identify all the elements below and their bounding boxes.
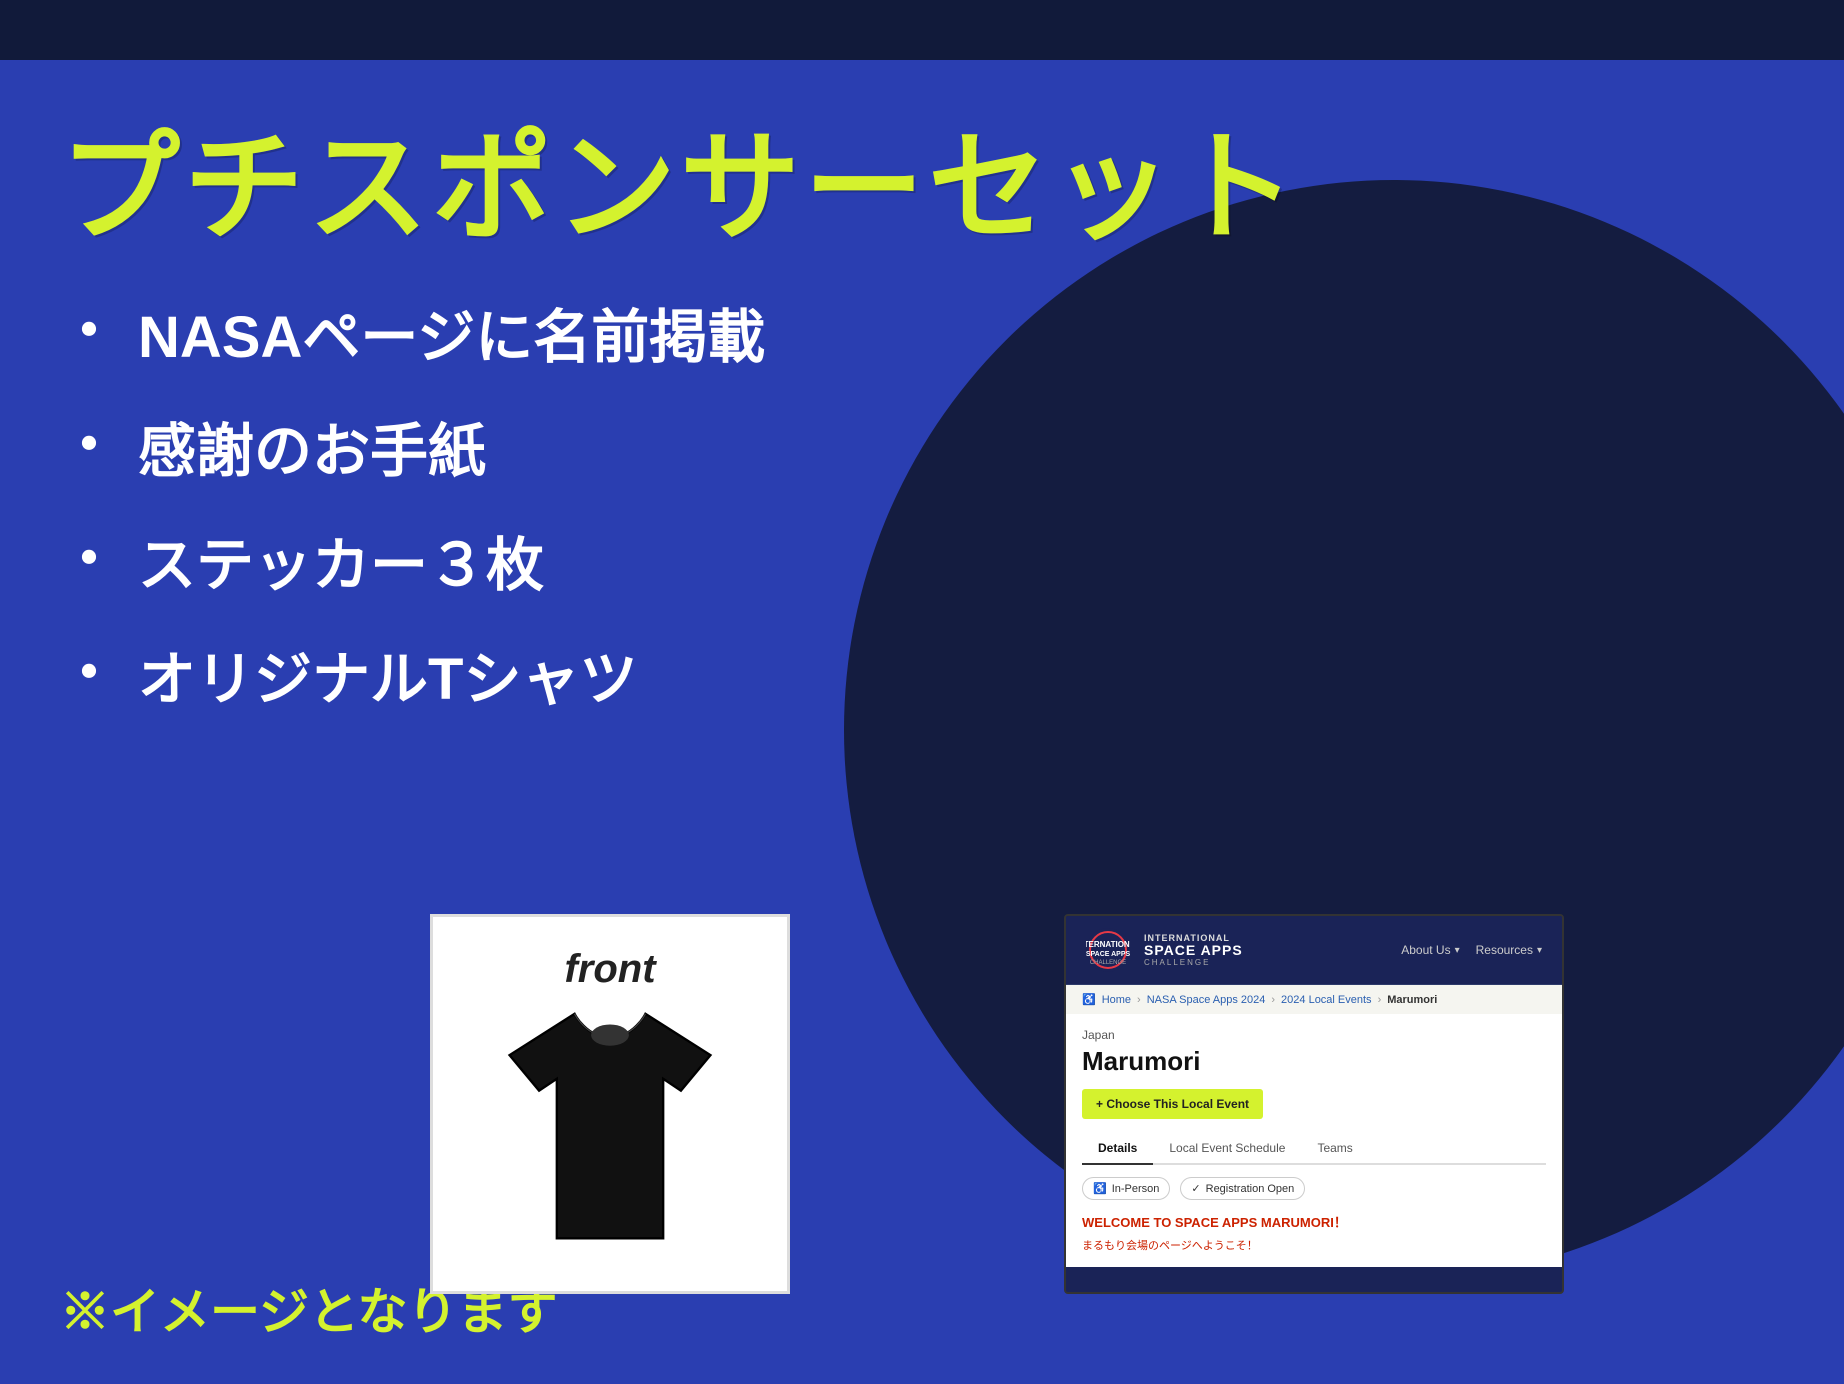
logo-line3: CHALLENGE	[1144, 958, 1243, 967]
web-nav: About Us ▾ Resources ▾	[1401, 943, 1542, 957]
nav-item-about[interactable]: About Us ▾	[1401, 943, 1459, 957]
tab-details-label: Details	[1098, 1141, 1137, 1155]
web-welcome-heading: WELCOME TO SPACE APPS MARUMORI！	[1082, 1212, 1546, 1231]
web-country: Japan	[1082, 1028, 1546, 1042]
web-welcome-subtext: まるもり会場のページへようこそ！	[1082, 1237, 1546, 1253]
svg-text:SPACE APPS: SPACE APPS	[1086, 951, 1130, 958]
tab-local-event-schedule[interactable]: Local Event Schedule	[1153, 1133, 1301, 1165]
chevron-down-icon: ▾	[1537, 945, 1542, 956]
tab-teams[interactable]: Teams	[1301, 1133, 1368, 1165]
chevron-down-icon: ▾	[1455, 945, 1460, 956]
list-item: ・ 感謝のお手紙	[60, 404, 765, 488]
tshirt-icon	[490, 1002, 730, 1262]
web-city: Marumori	[1082, 1046, 1546, 1077]
bullet-text-2: 感謝のお手紙	[138, 404, 486, 488]
tab-teams-label: Teams	[1317, 1141, 1352, 1155]
bullet-dot: ・	[60, 645, 118, 703]
web-header: INTERNATIONAL SPACE APPS CHALLENGE INTER…	[1066, 916, 1562, 985]
check-icon: ✓	[1191, 1182, 1200, 1195]
tab-details[interactable]: Details	[1082, 1133, 1153, 1165]
badge-in-person: ♿ In-Person	[1082, 1177, 1170, 1200]
svg-text:CHALLENGE: CHALLENGE	[1090, 960, 1126, 966]
breadcrumb-nasa[interactable]: NASA Space Apps 2024	[1147, 994, 1266, 1006]
website-screenshot: INTERNATIONAL SPACE APPS CHALLENGE INTER…	[1064, 914, 1564, 1294]
tshirt-image-box: front	[430, 914, 790, 1294]
choose-local-event-button[interactable]: + Choose This Local Event	[1082, 1089, 1263, 1119]
web-logo-area: INTERNATIONAL SPACE APPS CHALLENGE INTER…	[1086, 928, 1243, 972]
web-content-area: Japan Marumori + Choose This Local Event…	[1066, 1014, 1562, 1267]
breadcrumb-home[interactable]: Home	[1102, 994, 1131, 1006]
person-icon: ♿	[1093, 1182, 1107, 1195]
breadcrumb-marumori: Marumori	[1387, 994, 1437, 1006]
tshirt-label: front	[564, 947, 655, 992]
main-title: プチスポンサーセット	[60, 90, 1300, 264]
bullet-dot: ・	[60, 303, 118, 361]
logo-text-block: INTERNATIONAL SPACE APPS CHALLENGE	[1144, 933, 1243, 967]
choose-btn-label: + Choose This Local Event	[1096, 1097, 1249, 1111]
svg-text:INTERNATIONAL: INTERNATIONAL	[1086, 940, 1130, 949]
wheelchair-icon: ♿	[1082, 993, 1096, 1006]
badge-registration-label: Registration Open	[1206, 1183, 1295, 1195]
list-item: ・ NASAページに名前掲載	[60, 290, 765, 374]
top-bar	[0, 0, 1844, 60]
bullet-dot: ・	[60, 531, 118, 589]
nav-about-label: About Us	[1401, 943, 1450, 957]
web-badges: ♿ In-Person ✓ Registration Open	[1082, 1177, 1546, 1200]
logo-line2: SPACE APPS	[1144, 943, 1243, 958]
bullet-text-1: NASAページに名前掲載	[138, 290, 765, 374]
bullet-list: ・ NASAページに名前掲載 ・ 感謝のお手紙 ・ ステッカー３枚 ・ オリジナ…	[60, 290, 765, 746]
badge-in-person-label: In-Person	[1112, 1183, 1160, 1195]
space-apps-logo-icon: INTERNATIONAL SPACE APPS CHALLENGE	[1086, 928, 1130, 972]
bullet-text-4: オリジナルTシャツ	[138, 632, 637, 716]
tab-schedule-label: Local Event Schedule	[1169, 1141, 1285, 1155]
list-item: ・ オリジナルTシャツ	[60, 632, 765, 716]
badge-registration-open: ✓ Registration Open	[1180, 1177, 1305, 1200]
nav-item-resources[interactable]: Resources ▾	[1476, 943, 1542, 957]
slide-container: プチスポンサーセット ・ NASAページに名前掲載 ・ 感謝のお手紙 ・ ステッ…	[0, 0, 1844, 1384]
bullet-dot: ・	[60, 417, 118, 475]
nav-resources-label: Resources	[1476, 943, 1533, 957]
bullet-text-3: ステッカー３枚	[138, 518, 544, 602]
list-item: ・ ステッカー３枚	[60, 518, 765, 602]
web-tabs: Details Local Event Schedule Teams	[1082, 1133, 1546, 1165]
breadcrumb: ♿ Home › NASA Space Apps 2024 › 2024 Loc…	[1066, 985, 1562, 1014]
breadcrumb-local-events[interactable]: 2024 Local Events	[1281, 994, 1372, 1006]
